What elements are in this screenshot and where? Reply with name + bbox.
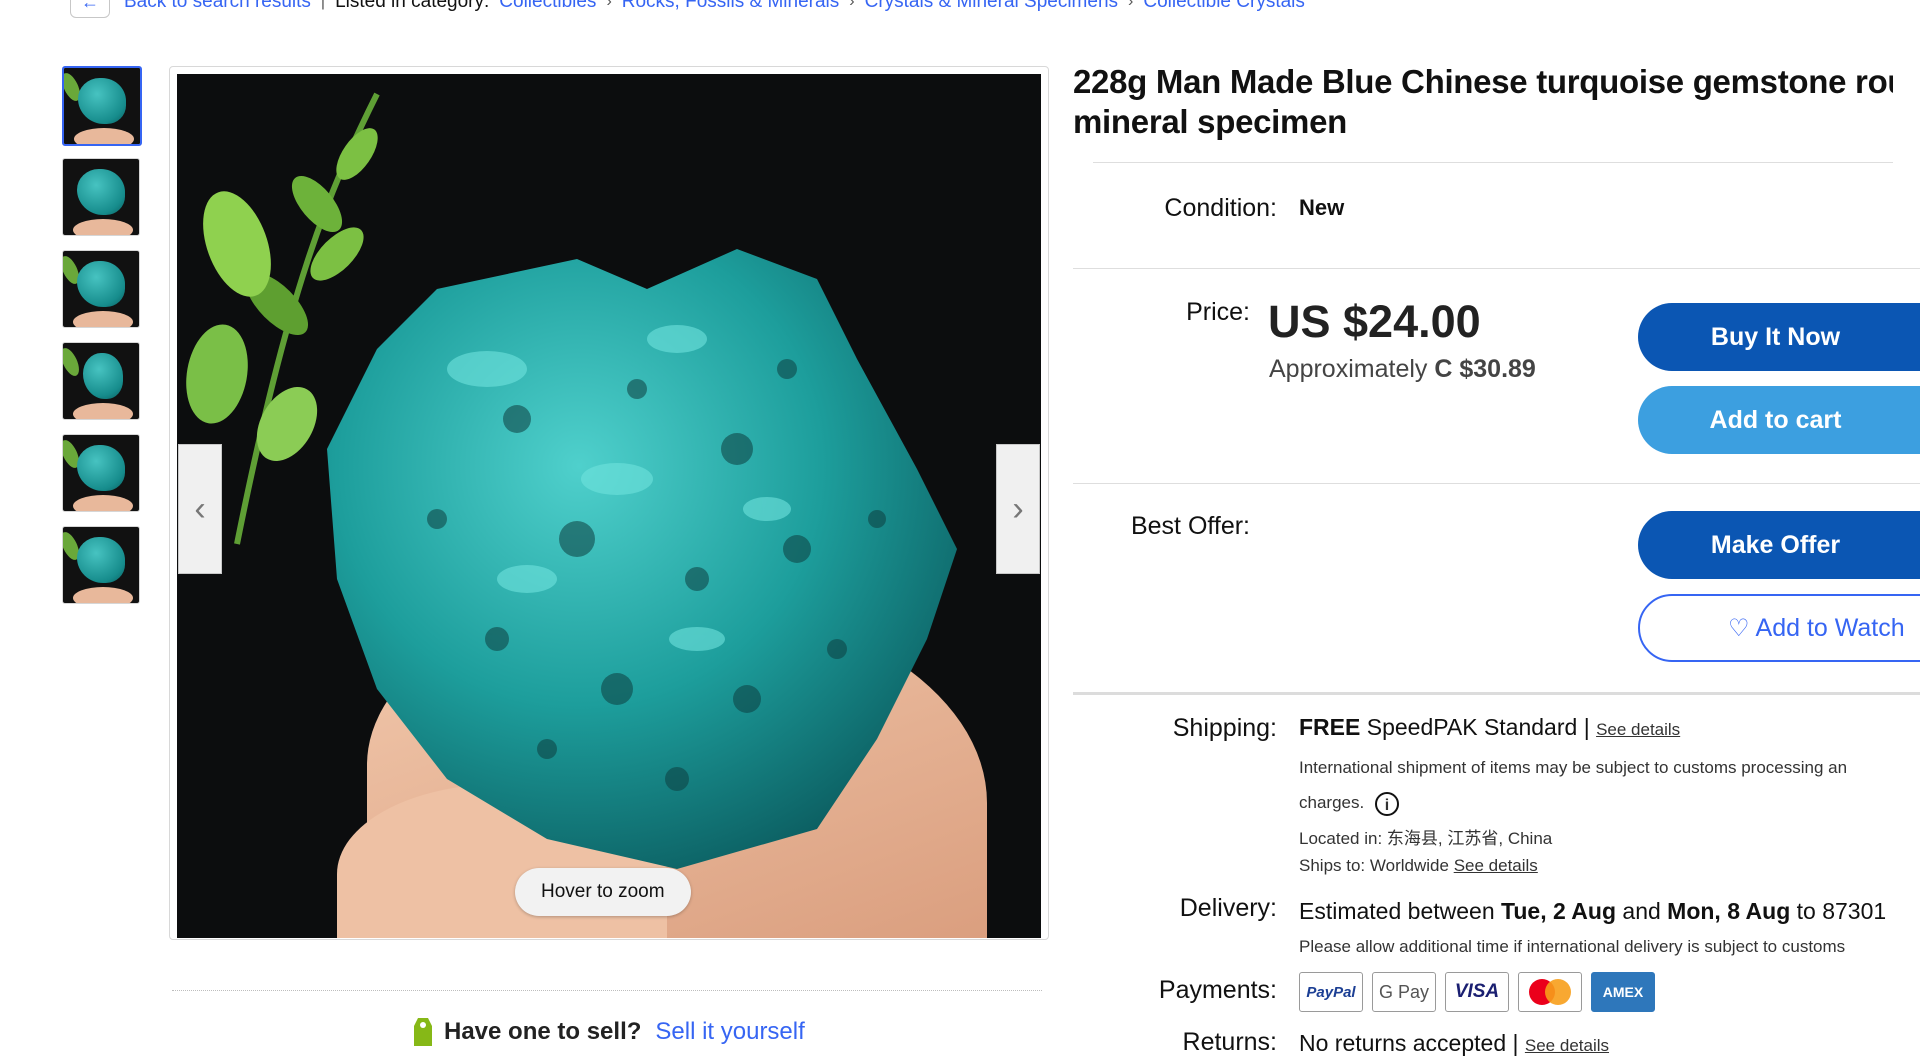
delivery-postcode: to 87301: [1796, 898, 1887, 924]
delivery-date-end: Mon, 8 Aug: [1667, 898, 1791, 924]
thumbnail-image[interactable]: [62, 158, 140, 236]
located-in-value: 东海县, 江苏省, China: [1386, 829, 1553, 848]
main-product-image[interactable]: ‹ › Hover to zoom: [177, 74, 1041, 938]
approx-prefix: Approximately: [1269, 355, 1428, 383]
thumbnail-image[interactable]: [62, 342, 140, 420]
delivery-label: Delivery:: [1179, 894, 1277, 922]
customs-note-2: charges. i: [1299, 792, 1399, 816]
mastercard-icon: [1518, 972, 1582, 1012]
best-offer-label: Best Offer:: [1130, 512, 1250, 540]
customs-note: International shipment of items may be s…: [1299, 758, 1848, 777]
chevron-left-icon[interactable]: ‹: [178, 444, 222, 574]
located-in-label: Located in:: [1299, 829, 1383, 848]
main-image-frame: ‹ › Hover to zoom: [169, 66, 1049, 940]
chevron-right-icon: ›: [1128, 0, 1134, 10]
back-arrow-icon[interactable]: ←: [70, 0, 110, 18]
sell-question: Have one to sell?: [444, 1018, 642, 1045]
separator: |: [1583, 714, 1590, 740]
approx-price: Approximately C $30.89: [1269, 355, 1536, 384]
turquoise-stone: [327, 249, 957, 869]
sell-prompt: Have one to sell? Sell it yourself: [412, 1016, 805, 1048]
buy-it-now-button[interactable]: Buy It Now: [1638, 303, 1920, 371]
condition-value: New: [1299, 195, 1345, 220]
visa-icon: VISA: [1445, 972, 1509, 1012]
price-tag-icon: [414, 1018, 432, 1046]
thumbnail-image[interactable]: [62, 250, 140, 328]
google-pay-icon: G Pay: [1372, 972, 1436, 1012]
add-to-watchlist-label: Add to Watch: [1755, 613, 1905, 642]
ships-to-value: Worldwide: [1369, 856, 1449, 875]
separator: |: [1512, 1030, 1519, 1056]
returns-see-details-link[interactable]: See details: [1525, 1036, 1609, 1055]
divider: [172, 990, 1042, 991]
delivery-and: and: [1622, 898, 1661, 924]
ships-to-see-details-link[interactable]: See details: [1454, 856, 1538, 875]
ships-to: Ships to: Worldwide See details: [1299, 856, 1538, 876]
back-to-search-link[interactable]: Back to search results: [124, 0, 311, 13]
breadcrumb-item[interactable]: Crystals & Mineral Specimens: [865, 0, 1118, 13]
delivery-estimate: Estimated between Tue, 2 Aug and Mon, 8 …: [1299, 898, 1886, 925]
paypal-icon: PayPal: [1299, 972, 1363, 1012]
delivery-prefix: Estimated between: [1299, 898, 1495, 924]
shipping-value: FREE SpeedPAK Standard | See details: [1299, 714, 1680, 741]
divider: [1073, 483, 1920, 484]
shipping-see-details-link[interactable]: See details: [1596, 720, 1680, 739]
thumbnail-image[interactable]: [62, 66, 142, 146]
price-label: Price:: [1186, 298, 1250, 326]
chevron-right-icon: ›: [849, 0, 855, 10]
chevron-right-icon: ›: [606, 0, 612, 10]
sell-it-yourself-link[interactable]: Sell it yourself: [655, 1018, 804, 1046]
info-icon[interactable]: i: [1374, 792, 1399, 816]
make-offer-button[interactable]: Make Offer: [1638, 511, 1920, 579]
shipping-service: SpeedPAK Standard: [1366, 714, 1578, 740]
payments-label: Payments:: [1158, 976, 1277, 1004]
thumbnail-image[interactable]: [62, 526, 140, 604]
item-title-line: 228g Man Made Blue Chinese turquoise gem…: [1073, 63, 1893, 100]
add-to-watchlist-button[interactable]: ♡ Add to Watch: [1638, 594, 1920, 662]
breadcrumb-item[interactable]: Collectible Crystals: [1143, 0, 1305, 13]
divider: [1093, 162, 1893, 163]
item-title: 228g Man Made Blue Chinese turquoise gem…: [1073, 62, 1893, 142]
condition-label: Condition:: [1164, 194, 1277, 222]
ships-to-label: Ships to:: [1299, 856, 1366, 875]
free-shipping-badge: FREE: [1299, 714, 1361, 740]
amex-icon: AMEX: [1591, 972, 1655, 1012]
located-in: Located in: 东海县, 江苏省, China: [1299, 824, 1552, 849]
item-title-line: mineral specimen: [1073, 103, 1347, 140]
heart-icon: ♡: [1728, 614, 1750, 642]
divider: [1073, 268, 1920, 269]
breadcrumb-divider: |: [320, 0, 326, 10]
returns-policy: No returns accepted: [1299, 1030, 1507, 1056]
shipping-label: Shipping:: [1172, 714, 1277, 742]
price-value: US $24.00: [1268, 296, 1481, 347]
listed-in-label: Listed in category:: [335, 0, 490, 12]
breadcrumb: ← Back to search results | Listed in cat…: [70, 0, 1305, 18]
approx-value: C $30.89: [1434, 355, 1536, 383]
breadcrumb-item[interactable]: Collectibles: [499, 0, 596, 13]
divider: [1073, 692, 1920, 695]
chevron-right-icon[interactable]: ›: [996, 444, 1040, 574]
thumbnail-image[interactable]: [62, 434, 140, 512]
delivery-date-start: Tue, 2 Aug: [1501, 898, 1617, 924]
customs-note-text: charges.: [1299, 793, 1365, 812]
hover-to-zoom-badge: Hover to zoom: [515, 868, 691, 916]
delivery-note: Please allow additional time if internat…: [1299, 937, 1846, 956]
add-to-cart-button[interactable]: Add to cart: [1638, 386, 1920, 454]
breadcrumb-item[interactable]: Rocks, Fossils & Minerals: [622, 0, 840, 13]
